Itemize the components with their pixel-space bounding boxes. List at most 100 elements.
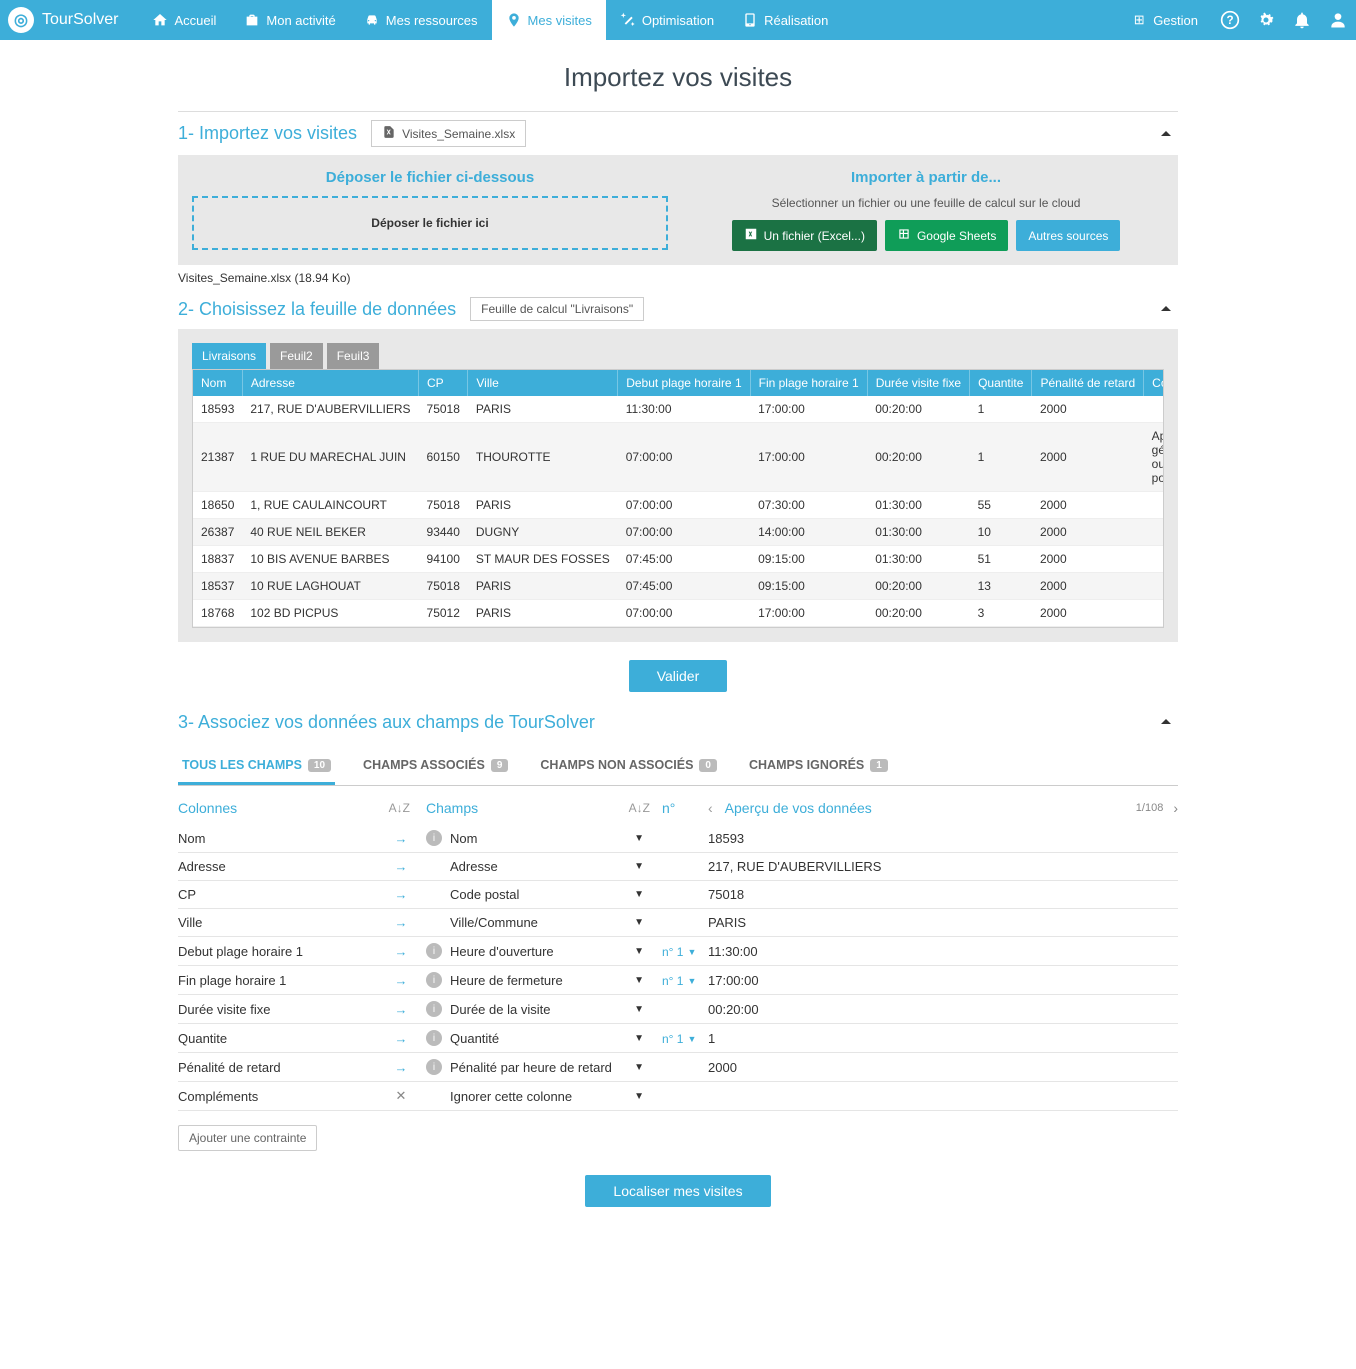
- chevron-left-icon[interactable]: ‹: [708, 800, 713, 816]
- assoc-tab-champs-ignorés[interactable]: CHAMPS IGNORÉS1: [745, 748, 892, 785]
- nav-accueil[interactable]: Accueil: [138, 0, 230, 40]
- src-col-label: Ville: [178, 915, 202, 930]
- field-select[interactable]: Code postal ▼: [426, 887, 650, 902]
- col-header[interactable]: Compléments: [1144, 370, 1164, 396]
- src-col-label: Adresse: [178, 859, 226, 874]
- table-row[interactable]: 213871 RUE DU MARECHAL JUIN60150THOUROTT…: [193, 423, 1164, 492]
- table-cell: 13: [970, 573, 1032, 600]
- btn-other-sources[interactable]: Autres sources: [1016, 220, 1120, 251]
- btn-excel[interactable]: Un fichier (Excel...): [732, 220, 877, 251]
- info-icon[interactable]: i: [426, 972, 442, 988]
- assoc-tab-champs-associés[interactable]: CHAMPS ASSOCIÉS9: [359, 748, 512, 785]
- sheet-tab-feuil3[interactable]: Feuil3: [327, 343, 380, 369]
- col-header[interactable]: Fin plage horaire 1: [750, 370, 867, 396]
- table-row[interactable]: 2638740 RUE NEIL BEKER93440DUGNY07:00:00…: [193, 519, 1164, 546]
- cloud-hint: Sélectionner un fichier ou une feuille d…: [772, 196, 1081, 210]
- table-cell: 09:15:00: [750, 573, 867, 600]
- table-cell: 1: [970, 423, 1032, 492]
- btn-add-constraint[interactable]: Ajouter une contrainte: [178, 1125, 317, 1151]
- sheet-tab-livraisons[interactable]: Livraisons: [192, 343, 266, 369]
- data-table-wrap[interactable]: NomAdresseCPVilleDebut plage horaire 1Fi…: [192, 369, 1164, 628]
- sheet-tab-feuil2[interactable]: Feuil2: [270, 343, 323, 369]
- step2-collapse[interactable]: [1154, 297, 1178, 321]
- step3-collapse[interactable]: [1154, 710, 1178, 734]
- sort-az-icon[interactable]: A↓Z: [389, 801, 410, 815]
- table-cell: 17:00:00: [750, 423, 867, 492]
- gear-icon[interactable]: [1256, 10, 1276, 30]
- table-cell: 1 RUE DU MARECHAL JUIN: [242, 423, 418, 492]
- col-header[interactable]: Ville: [468, 370, 618, 396]
- step1-collapse[interactable]: [1154, 122, 1178, 146]
- table-cell: 07:45:00: [618, 573, 750, 600]
- bell-icon[interactable]: [1292, 10, 1312, 30]
- pin-icon: [506, 12, 522, 28]
- field-select[interactable]: Adresse ▼: [426, 859, 650, 874]
- field-select[interactable]: i Quantité ▼: [426, 1030, 650, 1046]
- user-icon[interactable]: [1328, 10, 1348, 30]
- chevron-right-icon[interactable]: ›: [1173, 800, 1178, 816]
- btn-sheets[interactable]: Google Sheets: [885, 220, 1008, 251]
- table-row[interactable]: 18593217, RUE D'AUBERVILLIERS75018PARIS1…: [193, 396, 1164, 423]
- table-cell: 2000: [1032, 423, 1144, 492]
- plus-box-icon: ⊞: [1131, 12, 1147, 28]
- table-row[interactable]: 1883710 BIS AVENUE BARBES94100ST MAUR DE…: [193, 546, 1164, 573]
- assoc-tab-tous-les-champs[interactable]: TOUS LES CHAMPS10: [178, 748, 335, 785]
- num-select[interactable]: n° 1 ▼: [662, 974, 696, 988]
- info-icon[interactable]: i: [426, 1059, 442, 1075]
- field-select[interactable]: i Heure d'ouverture ▼: [426, 943, 650, 959]
- info-icon[interactable]: i: [426, 943, 442, 959]
- table-row[interactable]: 186501, RUE CAULAINCOURT75018PARIS07:00:…: [193, 492, 1164, 519]
- preview-value: 18593: [708, 831, 744, 846]
- table-cell: 2000: [1032, 519, 1144, 546]
- table-cell: 09:15:00: [750, 546, 867, 573]
- info-icon[interactable]: i: [426, 830, 442, 846]
- col-header[interactable]: Quantite: [970, 370, 1032, 396]
- arrow-right-icon: →: [392, 973, 410, 988]
- btn-valider[interactable]: Valider: [629, 660, 728, 692]
- field-select[interactable]: Ville/Commune ▼: [426, 915, 650, 930]
- field-select[interactable]: i Heure de fermeture ▼: [426, 972, 650, 988]
- arrow-right-icon: →: [392, 915, 410, 930]
- dropzone[interactable]: Déposer le fichier ici: [192, 196, 668, 250]
- table-row[interactable]: 18768102 BD PICPUS75012PARIS07:00:0017:0…: [193, 600, 1164, 627]
- map-row: CP → Code postal ▼ 75018: [178, 881, 1178, 909]
- page-title: Importez vos visites: [178, 62, 1178, 93]
- src-col-label: Fin plage horaire 1: [178, 973, 286, 988]
- assoc-tab-champs-non-associés[interactable]: CHAMPS NON ASSOCIÉS0: [536, 748, 721, 785]
- col-header[interactable]: Nom: [193, 370, 242, 396]
- field-select[interactable]: i Durée de la visite ▼: [426, 1001, 650, 1017]
- nav-gestion[interactable]: ⊞ Gestion: [1125, 0, 1204, 40]
- preview-value: 217, RUE D'AUBERVILLIERS: [708, 859, 881, 874]
- table-cell: DUGNY: [468, 519, 618, 546]
- col-header[interactable]: CP: [419, 370, 468, 396]
- num-select[interactable]: n° 1 ▼: [662, 1032, 696, 1046]
- field-select[interactable]: Ignorer cette colonne ▼: [426, 1089, 650, 1104]
- nav-réalisation[interactable]: Réalisation: [728, 0, 842, 40]
- table-row[interactable]: 1853710 RUE LAGHOUAT75018PARIS07:45:0009…: [193, 573, 1164, 600]
- field-select[interactable]: i Nom ▼: [426, 830, 650, 846]
- info-icon[interactable]: i: [426, 1001, 442, 1017]
- table-cell: PARIS: [468, 600, 618, 627]
- dropdown-caret-icon: ▼: [634, 946, 650, 957]
- table-cell: 07:00:00: [618, 600, 750, 627]
- sort-az-icon-2[interactable]: A↓Z: [629, 801, 650, 815]
- map-row: Pénalité de retard → i Pénalité par heur…: [178, 1053, 1178, 1082]
- nav-mes-visites[interactable]: Mes visites: [492, 0, 606, 40]
- table-cell: [1144, 573, 1164, 600]
- nav-mes-ressources[interactable]: Mes ressources: [350, 0, 492, 40]
- nav-optimisation[interactable]: Optimisation: [606, 0, 728, 40]
- src-col-label: Compléments: [178, 1089, 258, 1104]
- table-cell: 18837: [193, 546, 242, 573]
- col-header[interactable]: Debut plage horaire 1: [618, 370, 750, 396]
- arrow-right-icon: →: [392, 944, 410, 959]
- help-icon[interactable]: ?: [1220, 10, 1240, 30]
- col-header[interactable]: Adresse: [242, 370, 418, 396]
- sheet-chip: Feuille de calcul "Livraisons": [470, 297, 644, 321]
- btn-localiser[interactable]: Localiser mes visites: [585, 1175, 770, 1207]
- info-icon[interactable]: i: [426, 1030, 442, 1046]
- field-select[interactable]: i Pénalité par heure de retard ▼: [426, 1059, 650, 1075]
- col-header[interactable]: Durée visite fixe: [867, 370, 969, 396]
- num-select[interactable]: n° 1 ▼: [662, 945, 696, 959]
- col-header[interactable]: Pénalité de retard: [1032, 370, 1144, 396]
- nav-mon-activité[interactable]: Mon activité: [230, 0, 349, 40]
